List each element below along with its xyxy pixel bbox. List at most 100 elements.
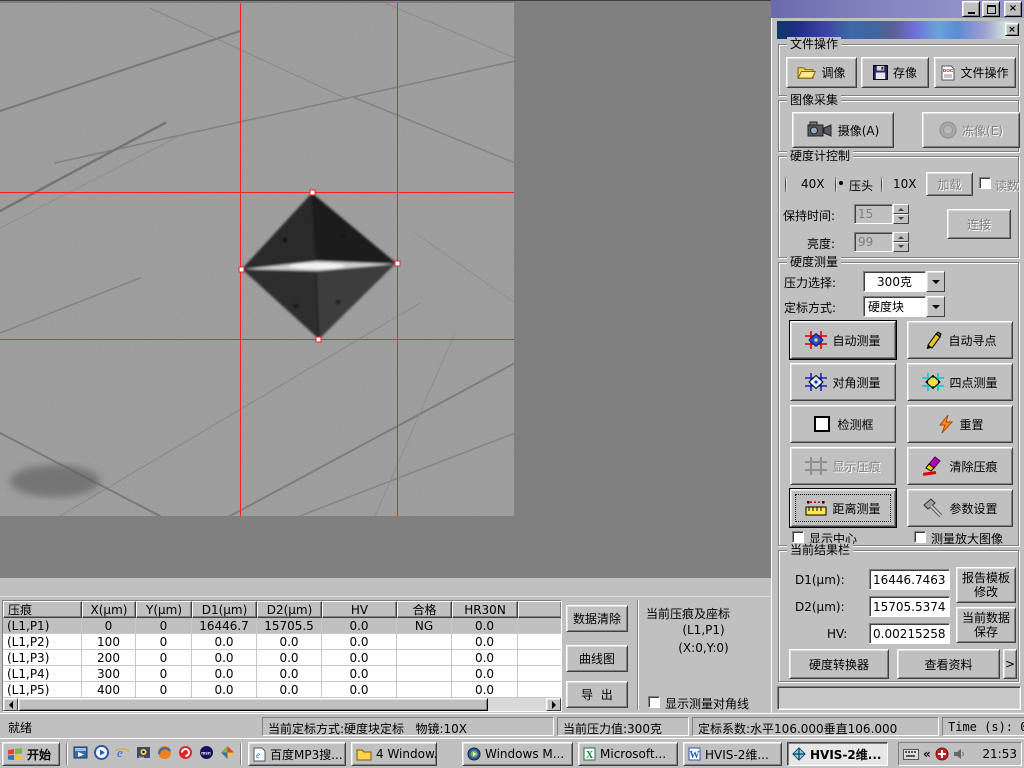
spin-up-icon [893,204,909,214]
quick-launch-eye-icon[interactable]: fye [135,744,152,761]
specimen-photo[interactable] [0,3,514,516]
svg-text:W: W [690,750,700,761]
table-row[interactable]: (L1,P3)20000.00.00.00.0 [3,650,561,666]
radio-10x-label: 10X [893,177,917,191]
calib-mode-combo[interactable]: 硬度块 [863,296,945,317]
auto-find-button[interactable]: 自动寻点 [907,321,1013,359]
floppy-icon [873,65,888,80]
file-operations-group: 文件操作 调像 存像 DOC 文件操作 [778,44,1019,96]
table-cell [518,634,561,650]
params-button[interactable]: 参数设置 [907,489,1013,527]
doc-icon: DOC [941,65,955,81]
table-row[interactable]: (L1,P5)40000.00.00.00.0 [3,682,561,698]
task-microsoft-excel[interactable]: X Microsoft... [578,742,678,766]
data-strip: 压痕X(μm)Y(μm)D1(μm)D2(μm)HV合格HR30N (L1,P1… [0,596,771,713]
show-center-checkbox[interactable] [792,531,804,543]
quick-launch-player-icon[interactable] [93,744,110,761]
quick-launch-ie-icon[interactable]: e [114,744,131,761]
antivirus-shield-tray-icon[interactable] [935,747,949,761]
table-row[interactable]: (L1,P1)0016446.715705.50.0NG0.0 [3,618,561,634]
load-image-label: 调像 [821,64,845,81]
zoom-image-checkbox[interactable] [914,531,926,543]
reset-button[interactable]: 重置 [907,405,1013,443]
hv-field: 0.00215258 [869,623,950,644]
four-point-icon [922,372,944,392]
file-ops-button[interactable]: DOC 文件操作 [934,57,1016,88]
task-hvis-app[interactable]: HVIS-2维... [787,742,888,766]
restore-button[interactable] [982,1,1000,17]
force-combo-arrow-icon[interactable] [926,271,945,292]
column-header: Y(μm) [136,601,192,618]
svg-text:fye: fye [139,755,145,760]
minimize-button[interactable] [962,1,980,17]
task-windows-media[interactable]: Windows M... [462,742,573,766]
keyboard-tray-icon[interactable] [903,749,919,760]
start-button[interactable]: 开始 [2,742,60,766]
spin-up-icon [893,232,909,242]
ie-page-icon: e [253,747,266,762]
quick-launch-msn-icon[interactable]: msn [198,744,215,761]
curve-chart-button[interactable]: 曲线图 [566,645,628,672]
table-cell: 0.0 [257,650,322,666]
scroll-right-icon[interactable] [546,698,561,711]
clear-indent-button[interactable]: 清除压痕 [907,447,1013,485]
save-data-button[interactable]: 当前数据 保存 [956,607,1016,643]
file-group-label: 文件操作 [787,37,841,51]
show-diagonal-checkbox[interactable] [648,696,660,708]
view-data-button[interactable]: 查看资料 [897,649,1000,679]
tray-clock[interactable]: 21:53 [982,747,1017,761]
hardness-converter-button[interactable]: 硬度转换器 [789,649,889,679]
table-header-row: 压痕X(μm)Y(μm)D1(μm)D2(μm)HV合格HR30N [3,601,561,618]
diagonal-measure-button[interactable]: 对角测量 [790,363,896,401]
report-template-button[interactable]: 报告模板 修改 [956,567,1016,603]
save-image-button[interactable]: 存像 [861,57,929,88]
tester-control-group: 硬度计控制 40X 压头 10X 加载 读数 保持时间: 15 亮度: 99 连… [778,156,1019,258]
svg-text:msn: msn [201,751,211,756]
quick-launch-colors-icon[interactable] [219,744,236,761]
capture-button[interactable]: 摄像(A) [792,112,894,148]
panel-footer-strip [777,686,1021,710]
distance-measure-button[interactable]: 距离测量 [790,489,896,527]
table-row[interactable]: (L1,P4)30000.00.00.00.0 [3,666,561,682]
diagonal-measure-icon [805,372,827,392]
scrollbar-thumb[interactable] [18,698,488,711]
table-cell: (L1,P4) [3,666,82,682]
task-baidu-mp3[interactable]: e 百度MP3搜... [248,742,346,766]
detect-box-button[interactable]: 检测框 [790,405,896,443]
strip-divider [637,600,639,710]
read-checkbox [979,177,991,189]
table-row[interactable]: (L1,P2)10000.00.00.00.0 [3,634,561,650]
scroll-left-icon[interactable] [3,698,18,711]
control-panel: × 文件操作 调像 存像 DOC 文件操作 图像采集 摄像(A) 冻像(E) 硬… [771,18,1024,713]
load-image-button[interactable]: 调像 [786,57,857,88]
clear-data-button[interactable]: 数据清除 [566,605,628,632]
task-label: HVIS-2维... [705,746,769,763]
more-button[interactable]: > [1003,649,1017,679]
show-diagonal-label: 显示测量对角线 [665,695,749,712]
table-cell: 0.0 [192,682,257,698]
show-indent-label: 显示压痕 [832,458,880,475]
volume-tray-icon[interactable] [953,748,966,760]
calib-combo-arrow-icon[interactable] [926,296,945,317]
close-button[interactable]: × [1004,1,1022,17]
radio-40x[interactable] [785,177,787,193]
quick-launch-globe-icon[interactable] [156,744,173,761]
current-indent-point: (L1,P1) [646,623,761,637]
task-hvis-doc[interactable]: W HVIS-2维... [683,742,782,766]
quick-launch-window-icon[interactable] [72,744,89,761]
auto-measure-button[interactable]: 自动测量 [790,321,896,359]
export-button[interactable]: 导 出 [566,681,628,708]
tray-collapse-icon[interactable]: « [923,747,931,761]
toolbar-close-icon[interactable]: × [1005,23,1019,36]
svg-text:DOC: DOC [943,68,954,73]
table-cell: 0.0 [452,666,518,682]
radio-indenter[interactable] [835,177,837,193]
task-windows-group[interactable]: 4 Window... [351,742,437,766]
radio-10x[interactable] [881,177,883,193]
four-point-button[interactable]: 四点测量 [907,363,1013,401]
quick-launch-swirl-icon[interactable] [177,744,194,761]
clear-indent-label: 清除压痕 [949,458,997,475]
force-select-combo[interactable]: 300克 [863,271,945,292]
table-hscrollbar[interactable] [3,698,561,711]
taskbar: 开始 e fye msn e 百度MP3搜... 4 Window... Win… [0,738,1024,768]
